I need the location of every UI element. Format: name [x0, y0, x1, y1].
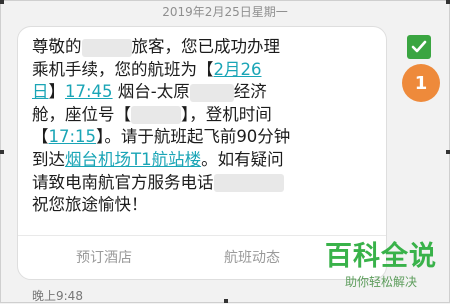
message-text: 【 — [32, 127, 49, 147]
book-hotel-button[interactable]: 预订酒店 — [76, 247, 132, 267]
action-divider — [18, 235, 386, 236]
watermark-subtitle: 助你轻松解决 — [344, 275, 417, 289]
date-link[interactable]: 日 — [32, 82, 49, 101]
message-text: 尊敬的 — [32, 37, 82, 56]
message-text: 祝您旅途愉快！ — [32, 195, 148, 215]
message-text: 经济 — [233, 82, 267, 102]
boarding-time-link[interactable]: 17:15 — [49, 127, 97, 146]
redacted-seat — [131, 106, 181, 125]
redacted-name — [81, 38, 132, 57]
flight-status-button[interactable]: 航班动态 — [224, 247, 280, 267]
message-text: 舱，座位号【 — [32, 104, 131, 124]
message-text: 】 — [48, 82, 66, 102]
message-text: 】，登机时间 — [181, 104, 272, 124]
message-text: 烟台-太原 — [112, 82, 190, 102]
message-text: 。如有疑问 — [201, 149, 284, 169]
watermark-title: 百科全说 — [325, 241, 437, 272]
time-link[interactable]: 17:45 — [65, 82, 113, 101]
date-header: 2019年2月25日星期一 — [162, 5, 288, 19]
select-checkbox[interactable] — [407, 35, 431, 59]
message-text: 乘机手续，您的航班为【 — [32, 59, 214, 79]
crop-corner — [224, 299, 228, 303]
message-text: 请致电南航官方服务电话 — [32, 172, 214, 192]
watermark-logo: 百科全说 助你轻松解决 — [322, 242, 440, 290]
redacted-phone — [213, 174, 284, 193]
crop-corner — [0, 150, 4, 154]
message-text: 旅客，您已成功办理 — [131, 37, 281, 56]
message-body: 尊敬的 旅客，您已成功办理 乘机手续，您的航班为【2月26 日】17:45 烟台-… — [32, 36, 377, 217]
redacted-flight — [189, 83, 234, 102]
step-badge: 1 — [402, 64, 440, 102]
airport-terminal-link[interactable]: 烟台机场T1航站楼 — [65, 150, 201, 169]
message-time: 晚上9:48 — [32, 289, 83, 303]
checkmark-icon — [411, 40, 427, 53]
message-text: 到达 — [32, 149, 65, 169]
message-text: 】。请于航班起飞前90分钟 — [96, 127, 291, 147]
date-link[interactable]: 2月26 — [214, 60, 262, 79]
crop-corner — [446, 150, 450, 154]
